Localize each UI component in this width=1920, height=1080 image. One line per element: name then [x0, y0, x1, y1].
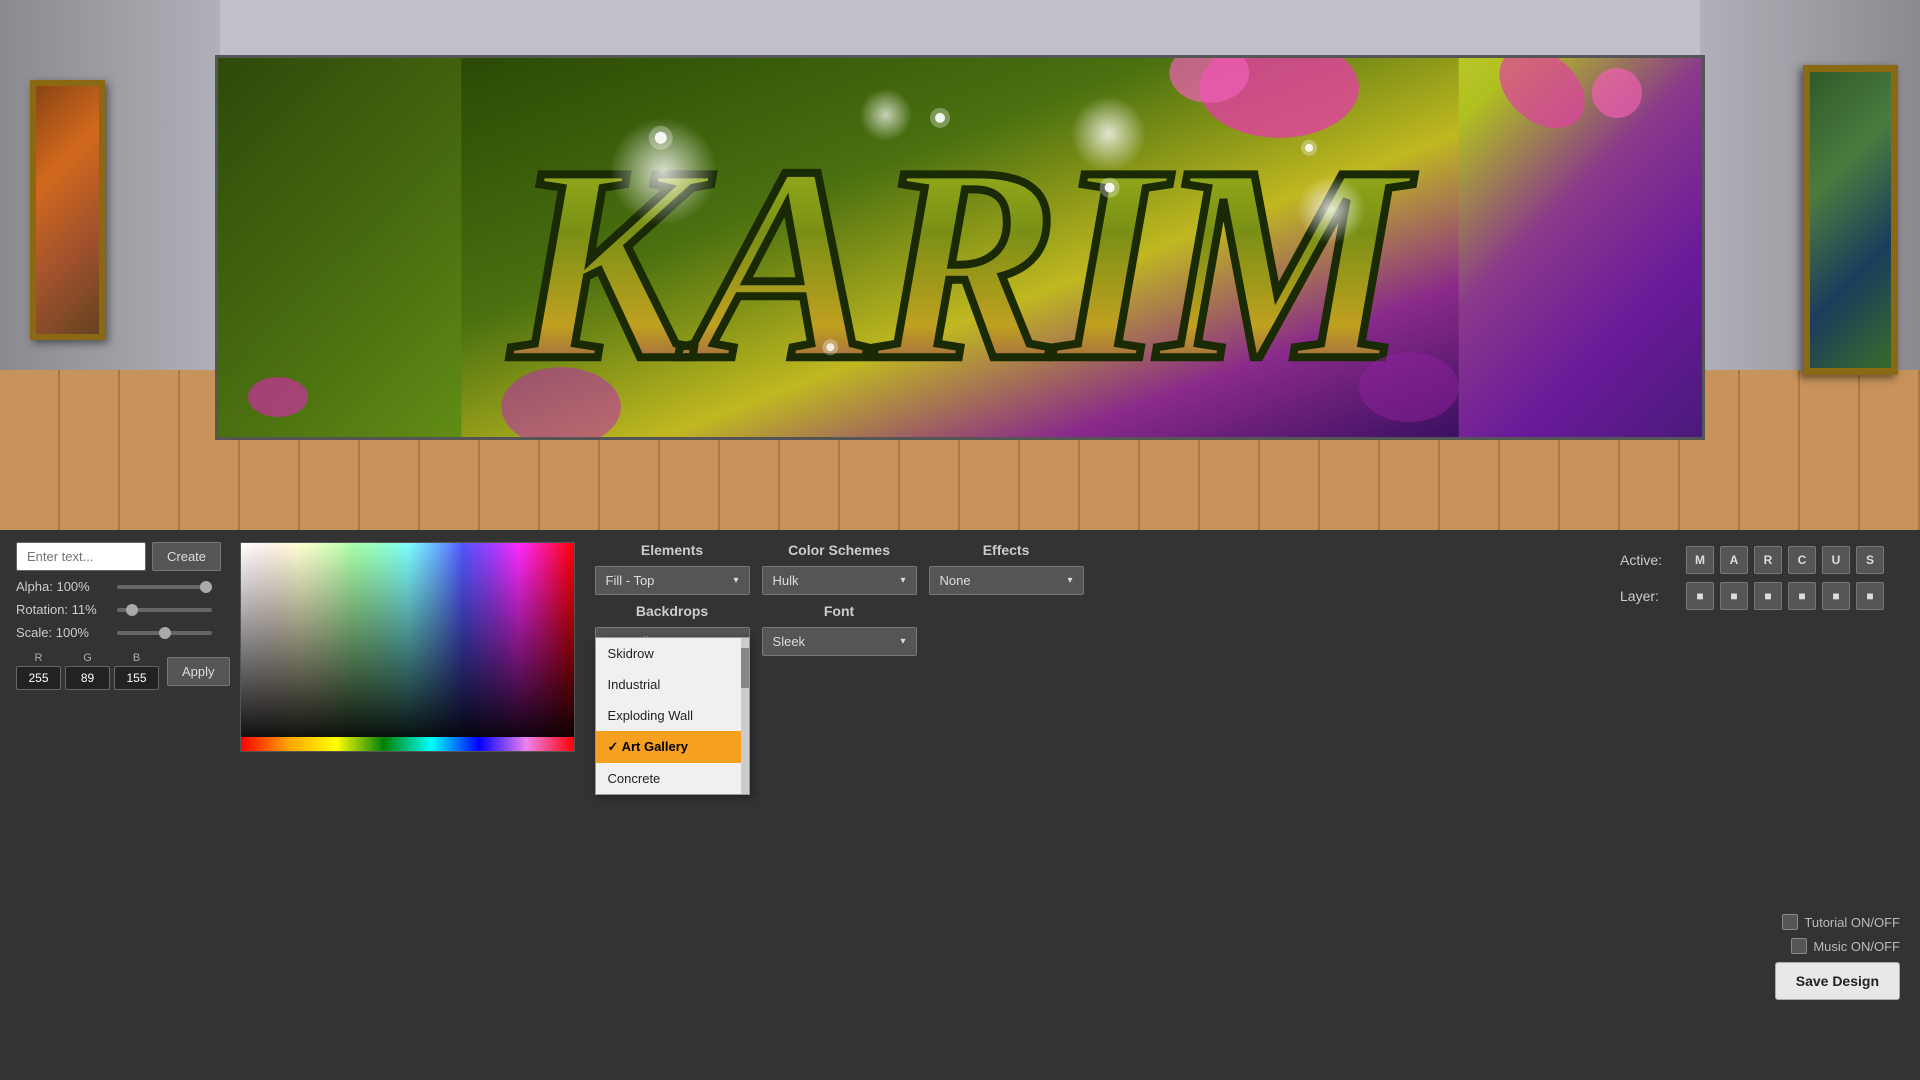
- elements-dropdown[interactable]: Fill - Top ▾: [595, 566, 750, 595]
- effects-value: None: [940, 573, 971, 588]
- painting-left: [30, 80, 105, 340]
- splash-decoration: [1592, 68, 1642, 118]
- color-schemes-chevron-down-icon: ▾: [901, 575, 906, 586]
- active-layer-section: Active: M A R C U S Layer: ■ ■ ■ ■ ■ ■: [1620, 542, 1904, 618]
- top-controls-row: Elements Fill - Top ▾ Color Schemes Hulk…: [595, 542, 1084, 595]
- backdrop-item-art-gallery[interactable]: Art Gallery: [596, 731, 749, 763]
- layer-btn-6[interactable]: ■: [1856, 582, 1884, 610]
- font-dropdown[interactable]: Sleek ▾: [762, 627, 917, 656]
- color-schemes-dropdown[interactable]: Hulk ▾: [762, 566, 917, 595]
- layer-btn-4[interactable]: ■: [1788, 582, 1816, 610]
- backdrops-dropdown-menu[interactable]: Skidrow Industrial Exploding Wall Art Ga…: [595, 637, 750, 795]
- alpha-slider[interactable]: [117, 585, 212, 589]
- graffiti-canvas: KARIM: [215, 55, 1705, 440]
- elements-dropdown-value: Fill - Top: [606, 573, 655, 588]
- music-label: Music ON/OFF: [1813, 939, 1900, 954]
- scene-area: KARIM: [0, 0, 1920, 530]
- elements-title: Elements: [595, 542, 750, 558]
- g-input[interactable]: [65, 666, 110, 690]
- painting-right: [1803, 65, 1898, 375]
- active-btn-a[interactable]: A: [1720, 546, 1748, 574]
- rotation-row: Rotation: 11%: [16, 602, 230, 617]
- b-label-group: B: [114, 652, 159, 690]
- rgb-row: R G B Apply: [16, 652, 230, 690]
- color-gradient[interactable]: [241, 543, 574, 751]
- layer-btn-2[interactable]: ■: [1720, 582, 1748, 610]
- elements-chevron-down-icon: ▾: [734, 575, 739, 586]
- layer-btn-3[interactable]: ■: [1754, 582, 1782, 610]
- svg-text:KARIM: KARIM: [507, 109, 1416, 418]
- g-label: G: [83, 652, 92, 664]
- alpha-label: Alpha: 100%: [16, 579, 111, 594]
- rainbow-bar[interactable]: [241, 737, 574, 751]
- color-schemes-value: Hulk: [773, 573, 799, 588]
- backdrop-item-exploding-wall[interactable]: Exploding Wall: [596, 700, 749, 731]
- effects-title: Effects: [929, 542, 1084, 558]
- layer-btn-1[interactable]: ■: [1686, 582, 1714, 610]
- backdrop-item-industrial[interactable]: Industrial: [596, 669, 749, 700]
- r-input[interactable]: [16, 666, 61, 690]
- layer-label: Layer:: [1620, 588, 1680, 604]
- effects-chevron-down-icon: ▾: [1068, 575, 1073, 586]
- tutorial-checkbox[interactable]: [1782, 914, 1798, 930]
- color-schemes-title: Color Schemes: [762, 542, 917, 558]
- effects-group: Effects None ▾: [929, 542, 1084, 595]
- r-label-group: R: [16, 652, 61, 690]
- bottom-controls-row: Backdrops Art Gallery ▾ Skidrow Industri…: [595, 603, 1084, 656]
- backdrop-scrollbar-thumb[interactable]: [741, 648, 749, 688]
- graffiti-svg: KARIM: [218, 58, 1702, 437]
- r-label: R: [35, 652, 43, 664]
- active-row: Active: M A R C U S: [1620, 546, 1884, 574]
- backdrop-scrollbar[interactable]: [741, 638, 749, 794]
- layer-btn-5[interactable]: ■: [1822, 582, 1850, 610]
- font-chevron-down-icon: ▾: [901, 636, 906, 647]
- rotation-slider[interactable]: [117, 608, 212, 612]
- active-btn-s[interactable]: S: [1856, 546, 1884, 574]
- text-input-row: Create: [16, 542, 230, 571]
- music-checkbox[interactable]: [1791, 938, 1807, 954]
- music-row: Music ON/OFF: [1791, 938, 1900, 954]
- active-btn-u[interactable]: U: [1822, 546, 1850, 574]
- font-value: Sleek: [773, 634, 806, 649]
- b-label: B: [133, 652, 140, 664]
- tutorial-row: Tutorial ON/OFF: [1782, 914, 1900, 930]
- rotation-label: Rotation: 11%: [16, 602, 111, 617]
- scale-row: Scale: 100%: [16, 625, 230, 640]
- create-button[interactable]: Create: [152, 542, 221, 571]
- backdrop-item-skidrow[interactable]: Skidrow: [596, 638, 749, 669]
- b-input[interactable]: [114, 666, 159, 690]
- font-title: Font: [762, 603, 917, 619]
- color-schemes-group: Color Schemes Hulk ▾: [762, 542, 917, 595]
- color-picker[interactable]: [240, 542, 575, 752]
- splash-decoration: [248, 377, 308, 417]
- alpha-row: Alpha: 100%: [16, 579, 230, 594]
- tutorial-label: Tutorial ON/OFF: [1804, 915, 1900, 930]
- backdrop-item-concrete[interactable]: Concrete: [596, 763, 749, 794]
- g-label-group: G: [65, 652, 110, 690]
- controls-panel: Create Alpha: 100% Rotation: 11% Scale: …: [0, 530, 1920, 1080]
- effects-dropdown[interactable]: None ▾: [929, 566, 1084, 595]
- left-controls: Create Alpha: 100% Rotation: 11% Scale: …: [16, 542, 230, 690]
- elements-group: Elements Fill - Top ▾: [595, 542, 750, 595]
- backdrops-title: Backdrops: [595, 603, 750, 619]
- bottom-right-section: Tutorial ON/OFF Music ON/OFF Save Design: [1775, 914, 1900, 1000]
- active-label: Active:: [1620, 552, 1680, 568]
- apply-button[interactable]: Apply: [167, 657, 230, 686]
- active-btn-r[interactable]: R: [1754, 546, 1782, 574]
- layer-row: Layer: ■ ■ ■ ■ ■ ■: [1620, 582, 1884, 610]
- scale-slider[interactable]: [117, 631, 212, 635]
- middle-controls: Elements Fill - Top ▾ Color Schemes Hulk…: [585, 542, 1084, 656]
- font-group: Font Sleek ▾: [762, 603, 917, 656]
- text-input[interactable]: [16, 542, 146, 571]
- backdrops-group: Backdrops Art Gallery ▾ Skidrow Industri…: [595, 603, 750, 656]
- active-btn-m[interactable]: M: [1686, 546, 1714, 574]
- save-design-button[interactable]: Save Design: [1775, 962, 1900, 1000]
- active-btn-c[interactable]: C: [1788, 546, 1816, 574]
- scale-label: Scale: 100%: [16, 625, 111, 640]
